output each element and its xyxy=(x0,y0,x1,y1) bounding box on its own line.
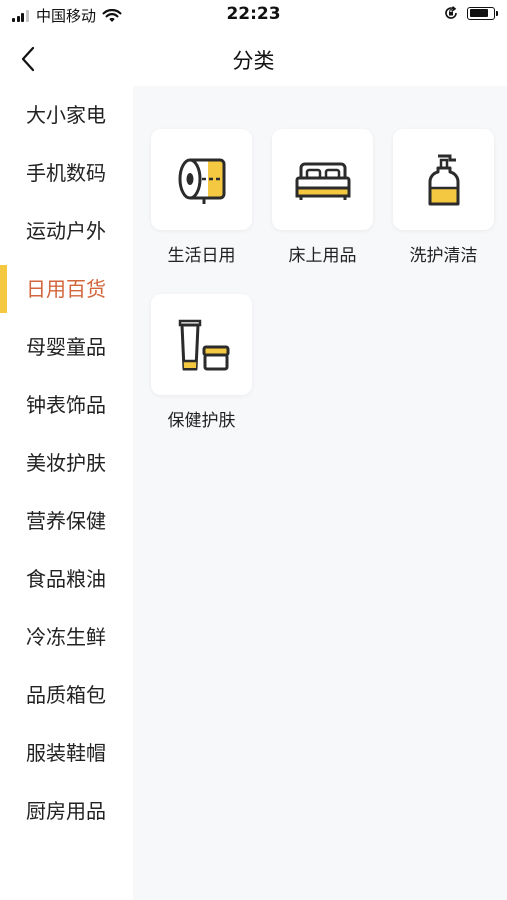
sidebar-item-label: 大小家电 xyxy=(26,103,106,127)
sidebar-item[interactable]: 运动户外 xyxy=(0,202,133,260)
sidebar-item[interactable]: 钟表饰品 xyxy=(0,376,133,434)
sidebar-item[interactable]: 冷冻生鲜 xyxy=(0,608,133,666)
nav-bar: 分类 xyxy=(0,30,507,86)
status-right xyxy=(443,5,498,21)
sidebar-item[interactable]: 手机数码 xyxy=(0,144,133,202)
battery-icon xyxy=(467,6,498,20)
subcategory-item-skincare[interactable]: 保健护肤 xyxy=(151,294,254,431)
sidebar-item-label: 食品粮油 xyxy=(26,567,106,591)
sidebar-item-label: 美妆护肤 xyxy=(26,451,106,475)
subcategory-icon-box xyxy=(393,129,494,230)
sidebar-item[interactable]: 食品粮油 xyxy=(0,550,133,608)
sidebar-item-active[interactable]: 日用百货 xyxy=(0,260,133,318)
sidebar-item[interactable]: 营养保健 xyxy=(0,492,133,550)
sidebar-item-label: 冷冻生鲜 xyxy=(26,625,106,649)
subcategory-label: 生活日用 xyxy=(167,246,236,266)
status-bar: 中国移动 22:23 xyxy=(0,0,507,30)
page-title: 分类 xyxy=(232,49,275,73)
sidebar-item-label: 母婴童品 xyxy=(26,335,106,359)
sidebar-item-label: 服装鞋帽 xyxy=(26,741,106,765)
category-sidebar: 大小家电 手机数码 运动户外 日用百货 母婴童品 钟表饰品 美妆护肤 营养保健 … xyxy=(0,86,133,900)
sidebar-item-label: 厨房用品 xyxy=(26,799,106,823)
rotation-lock-icon xyxy=(445,6,457,19)
subcategory-item-daily-use[interactable]: 生活日用 xyxy=(151,129,254,266)
subcategory-icon-box xyxy=(272,129,373,230)
soap-pump-bottle-icon xyxy=(428,154,459,205)
sidebar-item[interactable]: 大小家电 xyxy=(0,86,133,144)
sidebar-item[interactable]: 服装鞋帽 xyxy=(0,724,133,782)
sidebar-item-label: 运动户外 xyxy=(26,219,106,243)
subcategory-icon-box xyxy=(151,294,252,395)
sidebar-item-label: 营养保健 xyxy=(26,509,106,533)
bed-icon xyxy=(295,162,350,200)
sidebar-item[interactable]: 美妆护肤 xyxy=(0,434,133,492)
sidebar-item-label: 钟表饰品 xyxy=(26,393,106,417)
sidebar-item-label: 品质箱包 xyxy=(26,683,106,707)
sidebar-item[interactable]: 母婴童品 xyxy=(0,318,133,376)
subcategory-label: 洗护清洁 xyxy=(409,246,478,266)
subcategory-label: 保健护肤 xyxy=(167,411,236,431)
subcategory-icon-box xyxy=(151,129,252,230)
sidebar-item-label: 日用百货 xyxy=(26,277,106,301)
subcategory-panel: 生活日用 床上用品 洗护清洁 保健护肤 xyxy=(133,86,507,900)
subcategory-item-cleaning[interactable]: 洗护清洁 xyxy=(393,129,496,266)
subcategory-label: 床上用品 xyxy=(288,246,357,266)
subcategory-item-bedding[interactable]: 床上用品 xyxy=(272,129,375,266)
sidebar-item[interactable]: 品质箱包 xyxy=(0,666,133,724)
sidebar-item-label: 手机数码 xyxy=(26,161,106,185)
toilet-paper-roll-icon xyxy=(178,158,225,204)
skincare-tube-jar-icon xyxy=(178,319,229,370)
sidebar-item[interactable]: 厨房用品 xyxy=(0,782,133,840)
status-time: 22:23 xyxy=(226,4,281,24)
